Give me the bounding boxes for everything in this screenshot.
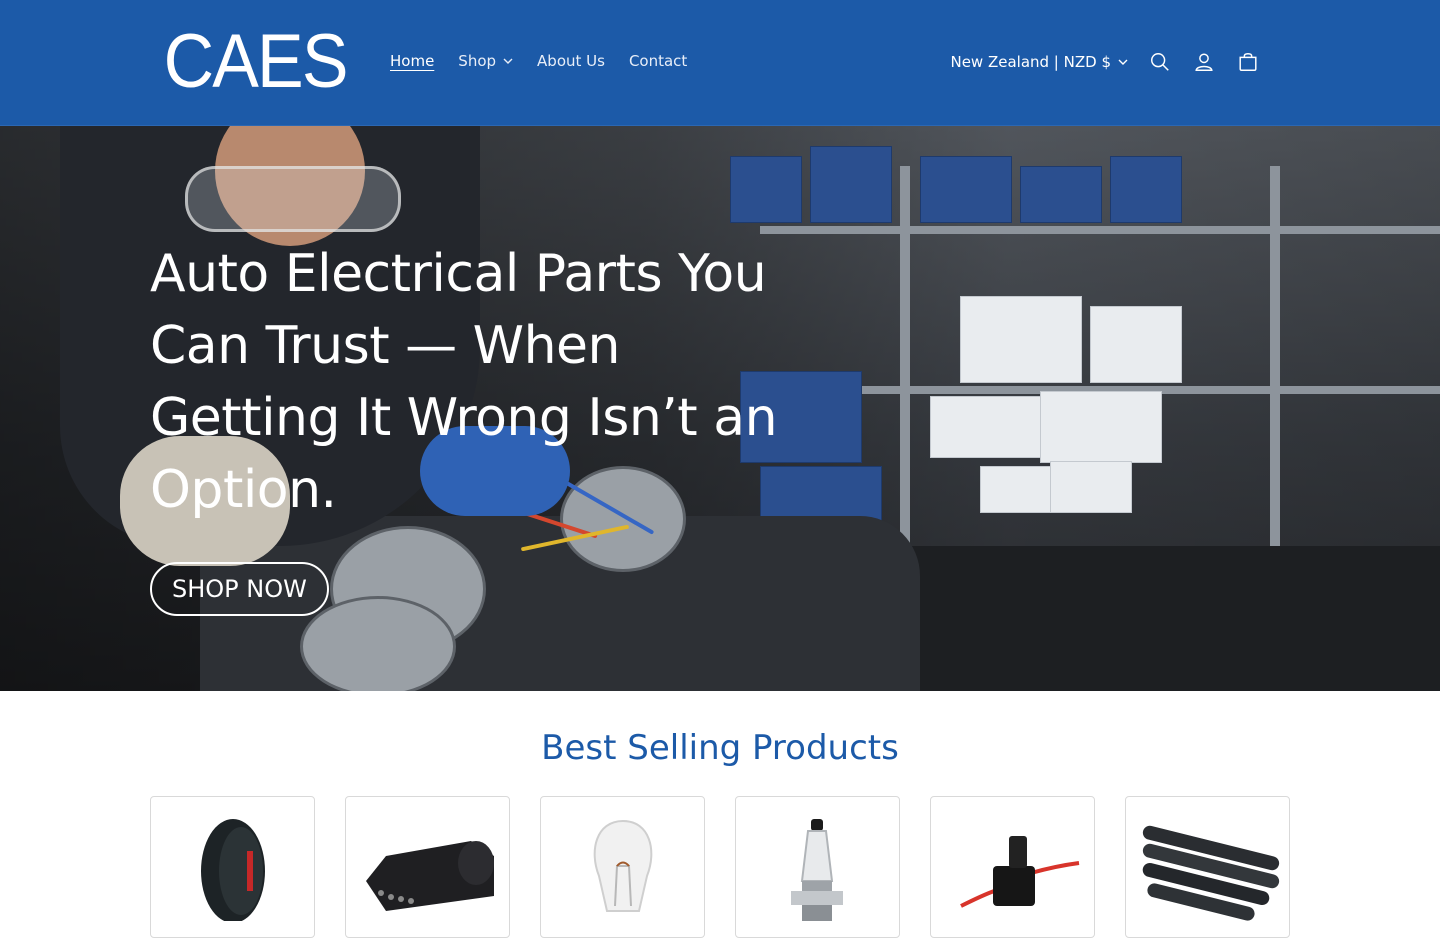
- product-card-trailer-plug[interactable]: [345, 796, 510, 938]
- product-card-bulb[interactable]: [540, 796, 705, 938]
- chevron-down-icon: [1118, 59, 1128, 65]
- country-selector-label: New Zealand | NZD $: [950, 53, 1111, 71]
- nav-about-label: About Us: [537, 52, 605, 70]
- inline-fuse-holder-image: [960, 836, 1080, 908]
- hero-banner: Auto Electrical Parts You Can Trust — Wh…: [0, 126, 1440, 691]
- product-card-heat-shrink-tubing[interactable]: [1125, 796, 1290, 938]
- nav-home-label: Home: [390, 52, 435, 70]
- account-icon: [1195, 53, 1213, 71]
- chevron-down-icon: [503, 58, 513, 64]
- search-icon: [1151, 53, 1169, 71]
- product-grid: [150, 796, 1290, 938]
- product-card-inline-fuse-holder[interactable]: [930, 796, 1095, 938]
- nav-home[interactable]: Home: [378, 44, 446, 78]
- shop-now-button[interactable]: SHOP NOW: [150, 562, 329, 616]
- product-card-electrical-tape[interactable]: [150, 796, 315, 938]
- nav-contact[interactable]: Contact: [617, 44, 699, 78]
- logo[interactable]: CAES: [164, 22, 349, 102]
- electrical-tape-image: [201, 819, 265, 921]
- hero-heading: Auto Electrical Parts You Can Trust — Wh…: [150, 244, 778, 520]
- search-button[interactable]: [1138, 40, 1182, 84]
- header-actions: New Zealand | NZD $: [940, 40, 1270, 84]
- trailer-plug-image: [366, 841, 494, 911]
- main-nav: Home Shop About Us Contact: [378, 44, 699, 78]
- best-selling-heading: Best Selling Products: [541, 728, 899, 768]
- bulb-image: [593, 819, 653, 912]
- nav-contact-label: Contact: [628, 52, 688, 70]
- nav-shop[interactable]: Shop: [446, 44, 525, 78]
- product-card-halogen-bulb[interactable]: [735, 796, 900, 938]
- site-header: CAES Home Shop About Us Contact New Zeal…: [0, 0, 1440, 126]
- heat-shrink-tubing-image: [1142, 825, 1280, 921]
- cart-icon: [1239, 53, 1257, 71]
- cart-button[interactable]: [1226, 40, 1270, 84]
- nav-about[interactable]: About Us: [525, 44, 617, 78]
- halogen-bulb-image: [791, 819, 843, 921]
- nav-shop-label: Shop: [458, 52, 497, 70]
- country-selector[interactable]: New Zealand | NZD $: [940, 40, 1138, 84]
- account-button[interactable]: [1182, 40, 1226, 84]
